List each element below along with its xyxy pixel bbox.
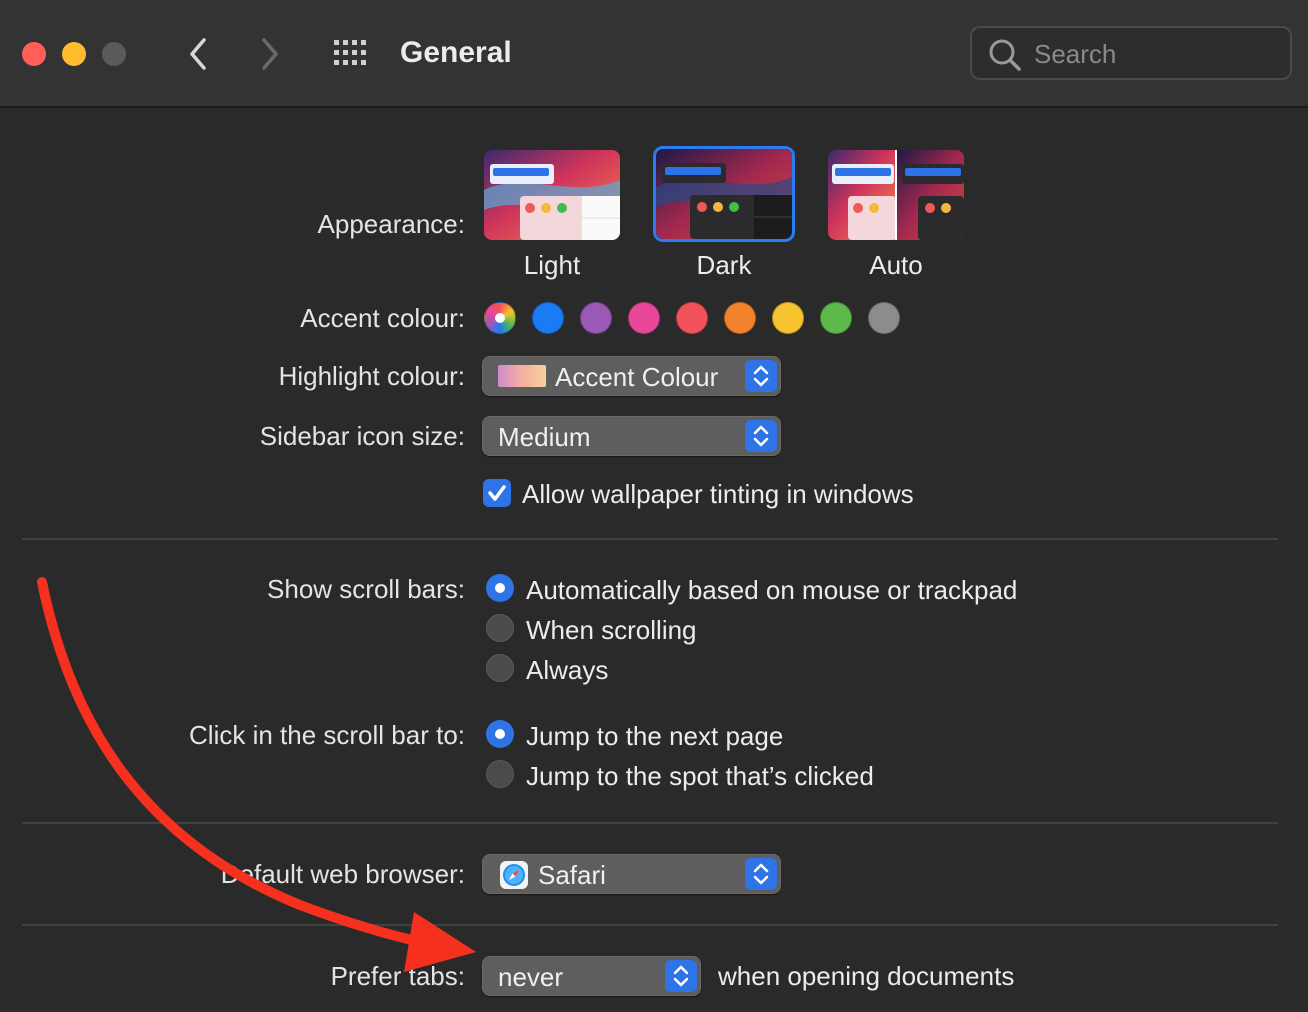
checkmark-icon — [488, 485, 506, 501]
scroll-bars-always-radio[interactable] — [486, 654, 514, 682]
appearance-light-label: Light — [523, 250, 581, 280]
forward-button[interactable] — [250, 32, 290, 76]
window-title: General — [400, 36, 512, 69]
prefer-tabs-suffix: when opening documents — [718, 961, 1015, 991]
prefer-tabs-label: Prefer tabs: — [330, 961, 465, 991]
appearance-auto-option[interactable] — [828, 150, 964, 240]
auto-theme-thumbnail — [828, 150, 964, 240]
grid-icon — [334, 40, 366, 65]
default-browser-popup[interactable]: Safari — [482, 854, 781, 894]
light-theme-thumbnail — [484, 150, 620, 240]
sidebar-icon-size-popup[interactable]: Medium — [482, 416, 781, 456]
chevron-right-icon — [262, 38, 278, 70]
popup-stepper-icon — [745, 360, 777, 392]
section-divider — [22, 924, 1278, 926]
dark-theme-thumbnail — [656, 149, 792, 239]
prefer-tabs-popup[interactable]: never — [482, 956, 701, 996]
accent-swatch-red[interactable] — [676, 302, 708, 334]
prefer-tabs-value: never — [498, 962, 564, 992]
appearance-auto-label: Auto — [869, 250, 923, 280]
search-icon — [988, 38, 1022, 77]
chevron-left-icon — [190, 38, 206, 70]
appearance-dark-option[interactable] — [656, 149, 792, 239]
search-input[interactable] — [1032, 38, 1276, 70]
popup-stepper-icon — [665, 960, 697, 992]
scroll-bars-always-label[interactable]: Always — [526, 655, 608, 686]
scroll-bars-when-scrolling-label[interactable]: When scrolling — [526, 615, 697, 646]
jump-to-spot-label[interactable]: Jump to the spot that’s clicked — [526, 761, 874, 792]
popup-stepper-icon — [745, 420, 777, 452]
sidebar-icon-size-label: Sidebar icon size: — [259, 421, 465, 451]
scroll-bars-automatic-label[interactable]: Automatically based on mouse or trackpad — [526, 575, 1017, 606]
minimize-icon[interactable] — [62, 42, 86, 66]
section-divider — [22, 822, 1278, 824]
close-icon[interactable] — [22, 42, 46, 66]
show-all-button[interactable] — [332, 38, 372, 70]
appearance-dark-label: Dark — [696, 250, 752, 280]
jump-to-spot-radio[interactable] — [486, 760, 514, 788]
default-browser-label: Default web browser: — [220, 859, 465, 889]
highlight-colour-preview — [498, 365, 546, 387]
accent-swatch-yellow[interactable] — [772, 302, 804, 334]
scroll-bars-when-scrolling-radio[interactable] — [486, 614, 514, 642]
accent-swatch-green[interactable] — [820, 302, 852, 334]
wallpaper-tinting-label[interactable]: Allow wallpaper tinting in windows — [522, 479, 914, 510]
scroll-bars-automatic-radio[interactable] — [486, 574, 514, 602]
accent-colour-label: Accent colour: — [300, 303, 465, 333]
accent-swatch-orange[interactable] — [724, 302, 756, 334]
default-browser-value: Safari — [538, 860, 606, 890]
accent-swatch-pink[interactable] — [628, 302, 660, 334]
highlight-colour-label: Highlight colour: — [278, 361, 465, 391]
sidebar-icon-size-value: Medium — [498, 422, 591, 452]
section-divider — [22, 538, 1278, 540]
jump-next-page-radio[interactable] — [486, 720, 514, 748]
jump-next-page-label[interactable]: Jump to the next page — [526, 721, 783, 752]
search-field[interactable] — [970, 26, 1292, 80]
safari-icon — [500, 861, 528, 894]
selected-dot-icon — [495, 313, 505, 323]
popup-stepper-icon — [745, 858, 777, 890]
accent-swatch-purple[interactable] — [580, 302, 612, 334]
title-bar: General — [0, 0, 1308, 108]
appearance-light-option[interactable] — [484, 150, 620, 240]
highlight-colour-value: Accent Colour — [555, 362, 719, 392]
wallpaper-tinting-checkbox[interactable] — [483, 479, 511, 507]
accent-swatch-multicolor[interactable] — [484, 302, 516, 334]
scroll-bars-label: Show scroll bars: — [267, 574, 465, 604]
accent-swatch-graphite[interactable] — [868, 302, 900, 334]
click-scroll-bar-label: Click in the scroll bar to: — [189, 720, 465, 750]
accent-swatch-blue[interactable] — [532, 302, 564, 334]
appearance-label: Appearance: — [317, 209, 465, 239]
zoom-icon[interactable] — [102, 42, 126, 66]
back-button[interactable] — [178, 32, 218, 76]
highlight-colour-popup[interactable]: Accent Colour — [482, 356, 781, 396]
